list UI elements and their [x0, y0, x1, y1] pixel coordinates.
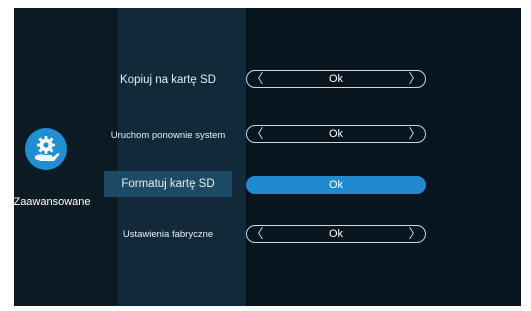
control-value: Ok [328, 228, 344, 240]
menu-item-label: Kopiuj na kartę SD [120, 74, 216, 86]
control-value: Ok [328, 128, 344, 140]
device-screen [14, 8, 521, 306]
factory-settings-control[interactable]: 〈 Ok 〉 [246, 225, 426, 243]
copy-to-sd-control[interactable]: 〈 Ok 〉 [246, 70, 426, 88]
menu-item-label: Formatuj kartę SD [121, 178, 215, 190]
menu-item-restart-system[interactable]: Uruchom ponownie system [104, 122, 232, 148]
arrow-right-icon[interactable]: 〉 [408, 226, 422, 242]
value-pane [246, 8, 521, 306]
menu-item-format-sd[interactable]: Formatuj kartę SD [104, 171, 232, 197]
arrow-right-icon[interactable]: 〉 [408, 126, 422, 142]
menu-item-label: Uruchom ponownie system [110, 129, 226, 141]
menu-pane [118, 8, 246, 306]
menu-item-factory-settings[interactable]: Ustawienia fabryczne [104, 221, 232, 247]
menu-item-label: Ustawienia fabryczne [122, 228, 214, 240]
restart-system-control[interactable]: 〈 Ok 〉 [246, 125, 426, 143]
category-label: Zaawansowane [13, 196, 91, 208]
control-value: Ok [328, 73, 344, 85]
advanced-settings-icon[interactable] [25, 128, 67, 170]
format-sd-control[interactable]: Ok [246, 176, 426, 194]
control-value: Ok [328, 179, 344, 191]
arrow-right-icon[interactable]: 〉 [408, 71, 422, 87]
gear-hand-icon [35, 136, 60, 161]
menu-item-copy-to-sd[interactable]: Kopiuj na kartę SD [104, 67, 232, 93]
